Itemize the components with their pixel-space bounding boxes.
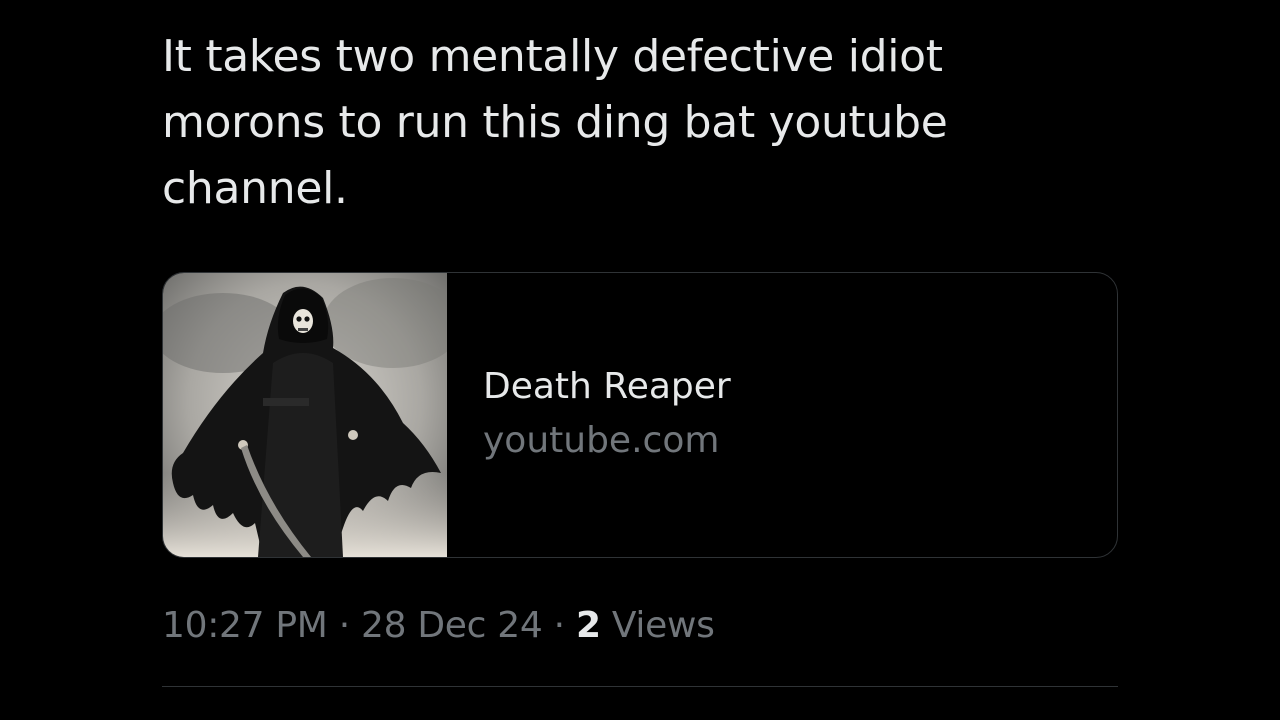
card-title[interactable]: Death Reaper xyxy=(483,361,1117,413)
tweet: It takes two mentally defective idiot mo… xyxy=(162,24,1118,222)
card-thumbnail[interactable] xyxy=(163,273,447,557)
tweet-text: It takes two mentally defective idiot mo… xyxy=(162,31,948,214)
grim-reaper-image xyxy=(163,273,447,557)
separator: · xyxy=(553,605,565,646)
views-label[interactable]: Views xyxy=(612,605,715,646)
tweet-date[interactable]: 28 Dec 24 xyxy=(361,605,543,646)
separator: · xyxy=(338,605,350,646)
card-body: Death Reaper youtube.com xyxy=(447,273,1117,557)
link-preview-card[interactable]: Death Reaper youtube.com xyxy=(162,272,1118,558)
views-count[interactable]: 2 xyxy=(576,605,601,646)
tweet-metadata: 10:27 PM · 28 Dec 24 · 2 Views xyxy=(162,598,715,654)
tweet-time[interactable]: 10:27 PM xyxy=(162,605,328,646)
card-domain: youtube.com xyxy=(483,420,720,461)
divider xyxy=(162,686,1118,687)
